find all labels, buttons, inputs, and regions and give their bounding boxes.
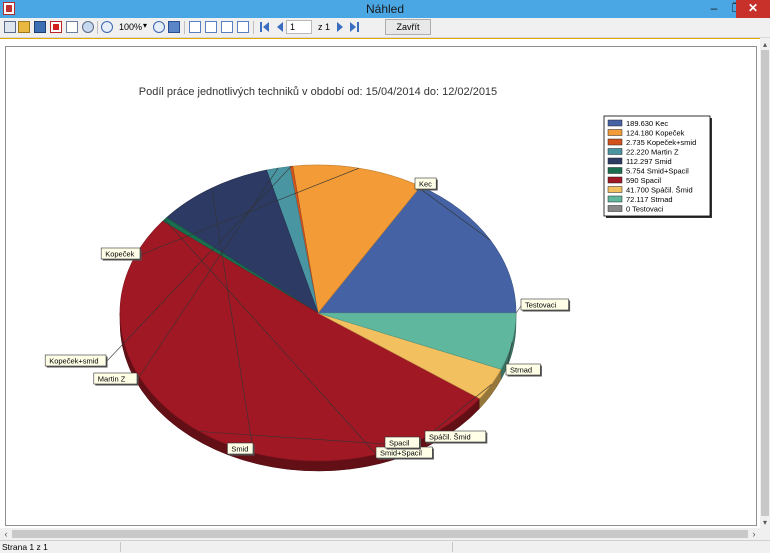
callout-label-strnad: Strnad (510, 366, 532, 375)
legend-swatch-martin-z (607, 148, 623, 155)
callout-label-testovaci: Testovaci (525, 301, 557, 310)
vertical-scrollbar[interactable]: ▴ ▾ (760, 38, 770, 528)
legend-label-smid-spacil: 5.754 Smid+Spacil (626, 167, 689, 176)
legend-label-spacil: 590 Spacil (626, 176, 661, 185)
callout-label-kopecek: Kopeček (105, 250, 134, 259)
legend-label-smid: 112.297 Smid (626, 157, 672, 166)
horizontal-scrollbar[interactable]: ‹ › (0, 528, 760, 540)
scroll-thumb[interactable] (12, 530, 748, 538)
callout-label-smid: Smid (231, 445, 248, 454)
legend-swatch-kec (607, 119, 623, 127)
legend-swatch-testovaci (607, 205, 623, 212)
legend-label-martin-z: 22.220 Martin Z (626, 148, 679, 157)
legend-label-spacil-smid: 41.700 Spáčil. Šmid (626, 186, 693, 195)
callout-line-testovaci (515, 305, 522, 314)
callout-label-smid-spacil: Smid+Spacil (380, 449, 422, 458)
scroll-right-icon[interactable]: › (748, 528, 760, 540)
legend-label-testovaci: 0 Testovaci (626, 205, 664, 214)
status-cell (120, 542, 451, 552)
scroll-down-icon[interactable]: ▾ (760, 518, 770, 528)
status-bar: Strana 1 z 1 (0, 540, 770, 553)
legend-swatch-smid-spacil (607, 167, 623, 174)
legend-swatch-kopecek (607, 129, 623, 136)
legend-swatch-spacil-smid (607, 186, 623, 193)
callout-label-spacil-smid: Spáčil. Šmid (429, 433, 471, 442)
status-text: Strana 1 z 1 (2, 542, 48, 552)
callout-label-martin-z: Martin Z (98, 375, 126, 384)
legend-label-kopecek-smid: 2.735 Kopeček+smid (626, 138, 696, 147)
legend-label-kec: 189.630 Kec (626, 119, 668, 128)
legend-swatch-smid (607, 157, 623, 165)
legend-label-kopecek: 124.180 Kopeček (626, 129, 685, 138)
legend-label-strnad: 72.117 Strnad (626, 195, 673, 204)
scroll-up-icon[interactable]: ▴ (760, 40, 770, 50)
legend-swatch-strnad (607, 195, 623, 203)
legend-swatch-spacil (607, 176, 623, 184)
status-cell (452, 542, 769, 552)
scroll-thumb[interactable] (761, 50, 769, 516)
callout-label-spacil: Spacil (389, 439, 410, 448)
callout-label-kopecek-smid: Kopeček+smid (49, 357, 98, 366)
scroll-left-icon[interactable]: ‹ (0, 528, 12, 540)
legend-swatch-kopecek-smid (607, 138, 623, 146)
callout-label-kec: Kec (419, 180, 432, 189)
pie-chart: Kec Kopeček Kopeček+smidMartin Z Smid Smid+S… (44, 115, 712, 472)
